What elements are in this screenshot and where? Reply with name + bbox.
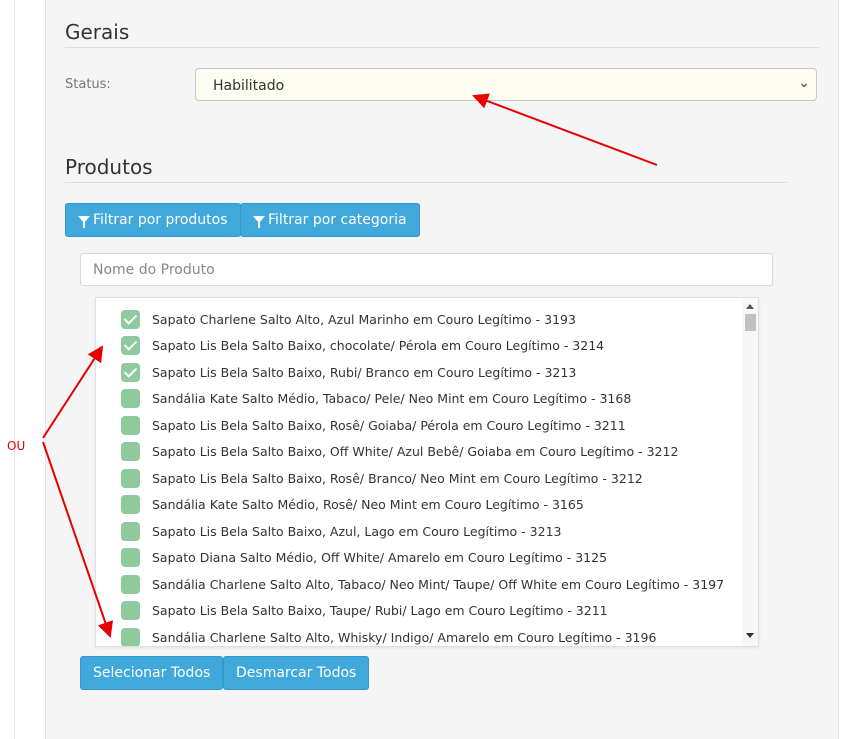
arrow-to-status-select xyxy=(472,93,658,166)
arrow-to-unchecked-items xyxy=(42,441,113,638)
annotation-arrows xyxy=(42,93,658,638)
arrow-to-checked-items xyxy=(42,345,104,439)
